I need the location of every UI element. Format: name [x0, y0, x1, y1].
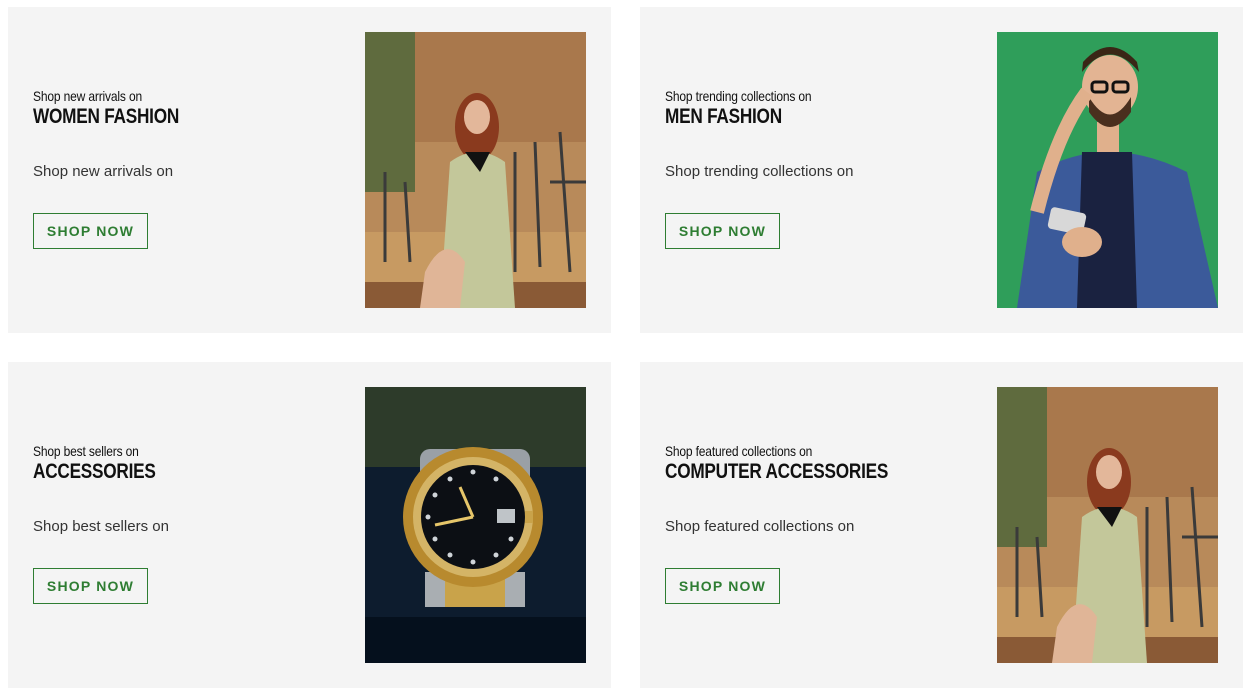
- watch-photo: [365, 387, 586, 663]
- promo-title: ACCESSORIES: [33, 460, 156, 483]
- shop-now-button[interactable]: SHOP NOW: [665, 213, 780, 249]
- man-photo: [997, 32, 1218, 308]
- promo-eyebrow: Shop new arrivals on: [33, 88, 143, 104]
- shop-now-button[interactable]: SHOP NOW: [665, 568, 780, 604]
- promo-eyebrow: Shop best sellers on: [33, 443, 139, 459]
- promo-card-computer-accessories: Shop featured collections on COMPUTER AC…: [640, 362, 1243, 688]
- promo-card-men-fashion: Shop trending collections on MEN FASHION…: [640, 7, 1243, 333]
- promo-eyebrow: Shop featured collections on: [665, 443, 813, 459]
- promo-title: MEN FASHION: [665, 105, 782, 128]
- promo-title: COMPUTER ACCESSORIES: [665, 460, 889, 483]
- promo-card-accessories: Shop best sellers on ACCESSORIES Shop be…: [8, 362, 611, 688]
- woman-photo: [365, 32, 586, 308]
- promo-description: Shop new arrivals on: [33, 163, 174, 180]
- woman-photo: [997, 387, 1218, 663]
- promo-card-women-fashion: Shop new arrivals on WOMEN FASHION Shop …: [8, 7, 611, 333]
- promo-description: Shop featured collections on: [665, 518, 855, 535]
- promo-text: Shop new arrivals on WOMEN FASHION Shop …: [33, 87, 333, 182]
- promo-eyebrow: Shop trending collections on: [665, 88, 812, 104]
- shop-now-button[interactable]: SHOP NOW: [33, 568, 148, 604]
- promo-text: Shop featured collections on COMPUTER AC…: [665, 442, 965, 537]
- promo-title: WOMEN FASHION: [33, 105, 180, 128]
- promo-text: Shop trending collections on MEN FASHION…: [665, 87, 965, 182]
- promo-text: Shop best sellers on ACCESSORIES Shop be…: [33, 442, 333, 537]
- shop-now-button[interactable]: SHOP NOW: [33, 213, 148, 249]
- promo-description: Shop trending collections on: [665, 163, 854, 180]
- promo-description: Shop best sellers on: [33, 518, 169, 535]
